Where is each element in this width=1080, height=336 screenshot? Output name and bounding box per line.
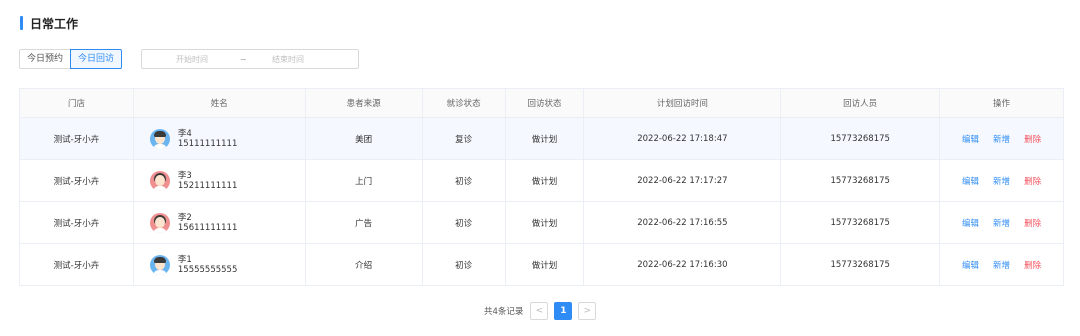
tab-today-appointments[interactable]: 今日预约 (19, 49, 71, 69)
store-cell: 测试-牙小卉 (20, 202, 134, 243)
header-ops: 操作 (940, 89, 1064, 117)
edit-button[interactable]: 编辑 (962, 217, 979, 229)
source-cell: 广告 (306, 202, 423, 243)
table-header-row: 门店 姓名 患者来源 就诊状态 回访状态 计划回访时间 回访人员 操作 (20, 89, 1064, 118)
female-avatar-icon (149, 212, 170, 233)
visit-status-cell: 初诊 (423, 202, 506, 243)
male-avatar-icon (149, 128, 170, 149)
source-cell: 介绍 (306, 244, 423, 285)
female-avatar-icon (149, 170, 170, 191)
ops-cell: 编辑 新增 删除 (940, 244, 1064, 285)
source-cell: 上门 (306, 160, 423, 201)
planned-time-cell: 2022-06-22 17:18:47 (584, 118, 782, 159)
patient-name: 李2 (177, 212, 192, 223)
header-planned-time: 计划回访时间 (584, 89, 782, 117)
view-toggle: 今日预约 今日回访 (19, 49, 123, 69)
pagination: 共4条记录 < 1 > (484, 301, 599, 321)
store-cell: 测试-牙小卉 (20, 244, 134, 285)
staff-cell: 15773268175 (781, 160, 941, 201)
visit-status-cell: 初诊 (423, 244, 506, 285)
delete-button[interactable]: 删除 (1024, 217, 1041, 229)
return-status-cell: 做计划 (506, 244, 585, 285)
delete-button[interactable]: 删除 (1024, 259, 1041, 271)
visit-status-cell: 初诊 (423, 160, 506, 201)
table-row[interactable]: 测试-牙小卉 李3 15211111111 上门 初诊 做计划 2022-06-… (20, 160, 1064, 202)
add-button[interactable]: 新增 (993, 259, 1010, 271)
section-header: 日常工作 (20, 15, 78, 31)
add-button[interactable]: 新增 (993, 217, 1010, 229)
edit-button[interactable]: 编辑 (962, 259, 979, 271)
delete-button[interactable]: 删除 (1024, 133, 1041, 145)
return-status-cell: 做计划 (506, 202, 585, 243)
next-page-button[interactable]: > (578, 302, 597, 320)
header-name: 姓名 (134, 89, 306, 117)
planned-time-cell: 2022-06-22 17:16:55 (584, 202, 782, 243)
header-return-status: 回访状态 (506, 89, 585, 117)
patient-name: 李1 (177, 254, 192, 265)
name-cell: 李3 15211111111 (134, 160, 306, 201)
followup-table: 门店 姓名 患者来源 就诊状态 回访状态 计划回访时间 回访人员 操作 测试-牙… (19, 88, 1064, 286)
source-cell: 美团 (306, 118, 423, 159)
title-accent-bar (20, 16, 23, 30)
delete-button[interactable]: 删除 (1024, 175, 1041, 187)
patient-phone: 15211111111 (177, 180, 238, 191)
tab-today-followups[interactable]: 今日回访 (70, 49, 123, 69)
staff-cell: 15773268175 (781, 202, 941, 243)
store-cell: 测试-牙小卉 (20, 118, 134, 159)
table-row[interactable]: 测试-牙小卉 李4 15111111111 美团 复诊 做计划 2022-06-… (20, 118, 1064, 160)
planned-time-cell: 2022-06-22 17:17:27 (584, 160, 782, 201)
header-source: 患者来源 (306, 89, 423, 117)
planned-time-cell: 2022-06-22 17:16:30 (584, 244, 782, 285)
edit-button[interactable]: 编辑 (962, 133, 979, 145)
total-records: 共4条记录 (484, 307, 524, 317)
return-status-cell: 做计划 (506, 118, 585, 159)
patient-phone: 15111111111 (177, 138, 238, 149)
patient-name: 李3 (177, 170, 192, 181)
patient-phone: 15611111111 (177, 222, 238, 233)
date-range-separator: ~ (240, 54, 247, 64)
patient-phone: 15555555555 (177, 264, 238, 275)
page-1-button[interactable]: 1 (554, 302, 573, 320)
table-row[interactable]: 测试-牙小卉 李1 15555555555 介绍 初诊 做计划 2022-06-… (20, 244, 1064, 286)
staff-cell: 15773268175 (781, 244, 941, 285)
header-visit-status: 就诊状态 (423, 89, 506, 117)
store-cell: 测试-牙小卉 (20, 160, 134, 201)
ops-cell: 编辑 新增 删除 (940, 160, 1064, 201)
name-cell: 李2 15611111111 (134, 202, 306, 243)
add-button[interactable]: 新增 (993, 175, 1010, 187)
start-date-input[interactable]: 开始时间 (176, 54, 208, 65)
return-status-cell: 做计划 (506, 160, 585, 201)
table-row[interactable]: 测试-牙小卉 李2 15611111111 广告 初诊 做计划 2022-06-… (20, 202, 1064, 244)
staff-cell: 15773268175 (781, 118, 941, 159)
ops-cell: 编辑 新增 删除 (940, 118, 1064, 159)
header-staff: 回访人员 (781, 89, 941, 117)
edit-button[interactable]: 编辑 (962, 175, 979, 187)
prev-page-button[interactable]: < (530, 302, 549, 320)
add-button[interactable]: 新增 (993, 133, 1010, 145)
visit-status-cell: 复诊 (423, 118, 506, 159)
end-date-input[interactable]: 结束时间 (272, 54, 304, 65)
name-cell: 李4 15111111111 (134, 118, 306, 159)
date-range-picker[interactable]: 开始时间 ~ 结束时间 (141, 49, 359, 69)
ops-cell: 编辑 新增 删除 (940, 202, 1064, 243)
header-store: 门店 (20, 89, 134, 117)
name-cell: 李1 15555555555 (134, 244, 306, 285)
patient-name: 李4 (177, 128, 192, 139)
male-avatar-icon (149, 254, 170, 275)
page-title: 日常工作 (30, 16, 79, 31)
